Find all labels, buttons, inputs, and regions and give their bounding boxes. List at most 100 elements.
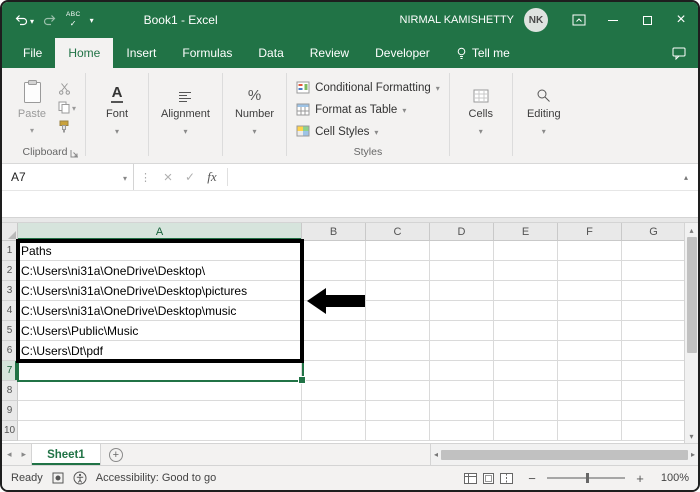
paste-button[interactable]: Paste [8,68,56,144]
page-layout-view-icon[interactable] [482,472,495,484]
cancel-button[interactable] [157,169,179,186]
cell-E1[interactable] [494,241,558,261]
row-header-9[interactable]: 9 [2,401,18,421]
tab-home[interactable]: Home [55,38,114,68]
cell-B5[interactable] [302,321,366,341]
cell-D5[interactable] [430,321,494,341]
cell-F3[interactable] [558,281,622,301]
copy-button[interactable] [58,100,76,114]
column-header-E[interactable]: E [494,223,558,241]
cell-D4[interactable] [430,301,494,321]
cell-F7[interactable] [558,361,622,381]
cell-C4[interactable] [366,301,430,321]
name-box[interactable]: A7 [2,164,134,190]
new-sheet-button[interactable] [101,444,131,465]
cell-G10[interactable] [622,421,684,441]
accessibility-status[interactable]: Accessibility: Good to go [96,472,216,484]
row-header-5[interactable]: 5 [2,321,18,341]
scroll-right-button[interactable] [691,448,695,462]
cell-A9[interactable] [18,401,302,421]
sheet-nav-left-button[interactable] [2,444,17,465]
cell-E6[interactable] [494,341,558,361]
column-header-B[interactable]: B [302,223,366,241]
column-header-G[interactable]: G [622,223,684,241]
cell-D8[interactable] [430,381,494,401]
alignment-group-button[interactable]: Alignment [152,68,219,163]
cell-C1[interactable] [366,241,430,261]
enter-button[interactable] [179,170,201,184]
cell-B7[interactable] [302,361,366,381]
cell-F1[interactable] [558,241,622,261]
row-header-1[interactable]: 1 [2,241,18,261]
row-header-6[interactable]: 6 [2,341,18,361]
select-all-corner[interactable] [2,223,18,241]
cell-B6[interactable] [302,341,366,361]
cell-F4[interactable] [558,301,622,321]
cell-B9[interactable] [302,401,366,421]
cell-styles-button[interactable]: Cell Styles [290,121,446,142]
cell-D9[interactable] [430,401,494,421]
cell-C10[interactable] [366,421,430,441]
macro-record-button[interactable] [52,472,64,484]
cut-button[interactable] [58,81,76,95]
cell-F2[interactable] [558,261,622,281]
formula-bar-handle[interactable] [134,171,157,184]
zoom-in-button[interactable] [634,471,646,486]
tab-file[interactable]: File [10,38,55,68]
number-group-button[interactable]: % Number [226,68,283,163]
horizontal-scrollbar[interactable] [430,444,698,465]
close-button[interactable]: × [664,2,698,38]
column-header-C[interactable]: C [366,223,430,241]
collapse-formula-bar-button[interactable] [674,173,698,182]
redo-button[interactable] [43,14,57,26]
tell-me-box[interactable]: Tell me [443,38,523,68]
cell-A4[interactable]: C:\Users\ni31a\OneDrive\Desktop\music [18,301,302,321]
cell-G6[interactable] [622,341,684,361]
cell-G5[interactable] [622,321,684,341]
scroll-left-button[interactable] [434,448,438,462]
formula-input[interactable] [232,164,674,190]
page-break-view-icon[interactable] [500,472,513,484]
row-header-8[interactable]: 8 [2,381,18,401]
cell-G4[interactable] [622,301,684,321]
cell-D3[interactable] [430,281,494,301]
clipboard-dialog-launcher[interactable] [70,147,79,164]
cell-B3[interactable] [302,281,366,301]
cells-group-button[interactable]: Cells [453,68,509,163]
row-header-7[interactable]: 7 [2,361,18,381]
cell-E2[interactable] [494,261,558,281]
row-header-10[interactable]: 10 [2,421,18,441]
editing-group-button[interactable]: Editing [516,68,572,163]
cell-C8[interactable] [366,381,430,401]
zoom-slider[interactable] [547,473,625,483]
font-group-button[interactable]: A Font [89,68,145,163]
account-name[interactable]: NIRMAL KAMISHETTY [400,14,515,26]
cell-C3[interactable] [366,281,430,301]
cell-D1[interactable] [430,241,494,261]
cell-A3[interactable]: C:\Users\ni31a\OneDrive\Desktop\pictures [18,281,302,301]
cell-C5[interactable] [366,321,430,341]
vertical-scrollbar-thumb[interactable] [686,237,697,353]
tab-review[interactable]: Review [297,38,362,68]
cell-B8[interactable] [302,381,366,401]
cell-G7[interactable] [622,361,684,381]
vertical-scrollbar[interactable] [684,223,698,443]
cell-F10[interactable] [558,421,622,441]
cell-C9[interactable] [366,401,430,421]
tab-developer[interactable]: Developer [362,38,443,68]
minimize-button[interactable] [596,2,630,38]
cell-G1[interactable] [622,241,684,261]
cell-A2[interactable]: C:\Users\ni31a\OneDrive\Desktop\ [18,261,302,281]
cell-E9[interactable] [494,401,558,421]
cell-E5[interactable] [494,321,558,341]
cell-A10[interactable] [18,421,302,441]
cell-G2[interactable] [622,261,684,281]
cell-A1[interactable]: Paths [18,241,302,261]
cell-A5[interactable]: C:\Users\Public\Music [18,321,302,341]
share-comment-button[interactable] [672,38,698,68]
column-header-A[interactable]: A [18,223,302,241]
cell-A7[interactable] [18,361,302,381]
undo-button[interactable] [14,11,34,29]
ribbon-display-options-button[interactable] [562,2,596,38]
scroll-up-button[interactable] [689,223,693,237]
